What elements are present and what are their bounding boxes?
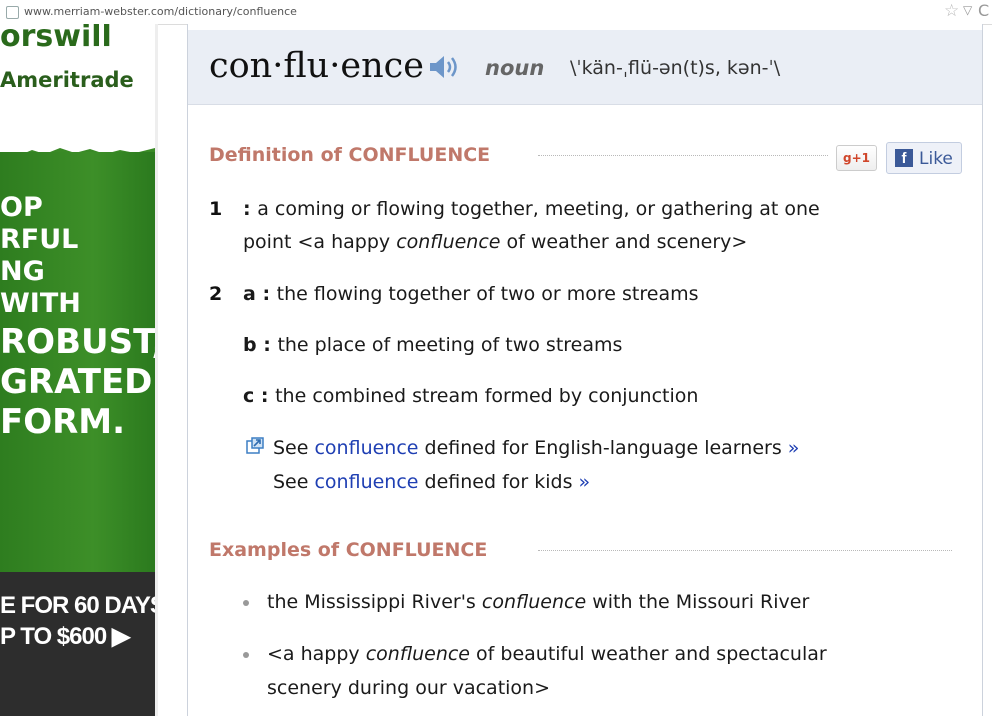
ad-line: NG: [0, 256, 45, 287]
ad-cta-line: E FOR 60 DAYS: [0, 592, 155, 619]
sense-2a: a : the flowing together of two or more …: [243, 283, 699, 305]
sense-letter: c: [243, 385, 255, 407]
url-host: www.merriam-webster.com: [24, 5, 175, 18]
address-bar[interactable]: www.merriam-webster.com/dictionary/confl…: [0, 0, 992, 25]
see-text: defined for kids: [418, 471, 579, 493]
gplus-label: +1: [851, 151, 870, 165]
sense-text: a coming or flowing together, meeting, o…: [257, 198, 820, 220]
pronunciation: \ˈkän-ˌflü-ən(t)s, kən-ˈ\: [570, 57, 781, 79]
sense-text: point <a happy: [243, 231, 397, 253]
speaker-icon[interactable]: [428, 53, 460, 81]
sense-italic: confluence: [396, 231, 501, 253]
example-text: of beautiful weather and spectacular: [470, 643, 827, 665]
google-plus-icon: g: [843, 151, 852, 165]
sense-1-line-1: : a coming or flowing together, meeting,…: [243, 198, 820, 220]
ad-brand: Ameritrade: [0, 68, 134, 92]
ad-line: RFUL: [0, 224, 79, 255]
divider: [538, 550, 952, 551]
ad-cta-line: P TO $600 ▶: [0, 623, 130, 650]
divider: [538, 155, 828, 156]
ad-divider: [155, 24, 158, 716]
external-link-icon: [246, 437, 264, 454]
headword-bar: con·flu·ence noun \ˈkän-ˌflü-ən(t)s, kən…: [188, 30, 982, 105]
sense-text: the combined stream formed by conjunctio…: [275, 385, 699, 407]
ad-line: WITH: [0, 288, 81, 319]
ad-line: GRATED: [0, 362, 153, 402]
part-of-speech: noun: [485, 56, 545, 80]
sense-number: 1: [209, 198, 223, 220]
example-item: the Mississippi River's confluence with …: [267, 591, 809, 613]
example-text: the Mississippi River's: [267, 591, 482, 613]
sense-1-line-2: point <a happy confluence of weather and…: [243, 231, 747, 253]
url-text[interactable]: www.merriam-webster.com/dictionary/confl…: [24, 5, 297, 18]
kids-link[interactable]: confluence: [314, 471, 418, 493]
ad-title: orswill: [0, 24, 112, 54]
example-item: <a happy confluence of beautiful weather…: [267, 643, 827, 665]
refresh-icon[interactable]: C: [978, 1, 989, 20]
sense-text: the flowing together of two or more stre…: [276, 283, 699, 305]
see-text: See: [273, 437, 315, 459]
dropdown-arrow-icon[interactable]: ▽: [963, 3, 972, 17]
colon: :: [254, 385, 276, 407]
ad-line: FORM.: [0, 402, 126, 442]
learners-link[interactable]: confluence: [314, 437, 418, 459]
double-chevron-icon[interactable]: »: [788, 437, 800, 459]
examples-heading: Examples of CONFLUENCE: [209, 539, 488, 561]
facebook-like-button[interactable]: f Like: [886, 142, 962, 174]
ad-line: OP: [0, 192, 43, 223]
bullet-icon: [243, 652, 249, 658]
sense-2c: c : the combined stream formed by conjun…: [243, 385, 698, 407]
bullet-icon: [243, 600, 249, 606]
definition-heading: Definition of CONFLUENCE: [209, 144, 491, 166]
sense-letter: a: [243, 283, 256, 305]
example-italic: confluence: [365, 643, 470, 665]
colon: :: [243, 198, 258, 220]
facebook-icon: f: [895, 149, 913, 167]
example-text: <a happy: [267, 643, 366, 665]
colon: :: [255, 283, 277, 305]
sense-text: of weather and scenery>: [500, 231, 748, 253]
headword: con·flu·ence: [209, 46, 424, 86]
see-text: See: [273, 471, 315, 493]
bookmark-star-icon[interactable]: ☆: [944, 1, 959, 21]
see-learners-line: See confluence defined for English-langu…: [273, 437, 799, 459]
double-chevron-icon[interactable]: »: [579, 471, 591, 493]
entry-panel: con·flu·ence noun \ˈkän-ˌflü-ən(t)s, kən…: [187, 24, 983, 716]
sense-letter: b: [243, 334, 257, 356]
example-italic: confluence: [481, 591, 587, 613]
ad-green-panel: OP RFUL NG WITH ROBUST, GRATED FORM.: [0, 152, 155, 582]
see-text: defined for English-language learners: [418, 437, 788, 459]
favicon-icon: [6, 6, 19, 19]
see-kids-line: See confluence defined for kids »: [273, 471, 590, 493]
example-text: with the Missouri River: [586, 591, 810, 613]
colon: :: [256, 334, 278, 356]
ad-line: ROBUST,: [0, 322, 155, 362]
sense-text: the place of meeting of two streams: [277, 334, 623, 356]
url-path: /dictionary/confluence: [174, 5, 297, 18]
sense-number: 2: [209, 283, 223, 305]
advertisement[interactable]: orswill Ameritrade OP RFUL NG WITH ROBUS…: [0, 24, 155, 716]
ad-cta-panel[interactable]: E FOR 60 DAYS P TO $600 ▶: [0, 572, 155, 716]
like-label: Like: [919, 149, 953, 169]
example-item-line-2: scenery during our vacation>: [267, 677, 551, 699]
google-plus-one-button[interactable]: g+1: [836, 145, 877, 171]
sense-2b: b : the place of meeting of two streams: [243, 334, 622, 356]
